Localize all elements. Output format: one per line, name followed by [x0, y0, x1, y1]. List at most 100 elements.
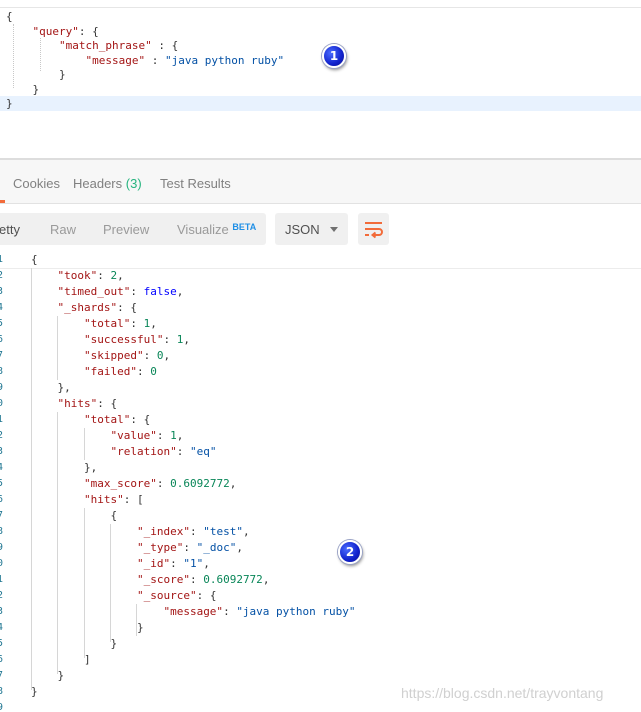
req-code-line: "message" : "java python ruby" [0, 53, 641, 68]
code-token: } [31, 685, 38, 698]
code-token: "skipped" [83, 349, 144, 362]
resp-code-line: } [0, 620, 641, 636]
code-token: : [176, 445, 190, 458]
active-tab-indicator [0, 200, 5, 203]
view-pretty-button[interactable]: etty [0, 222, 20, 237]
code-token: , [229, 477, 237, 490]
resp-code-line: "_type": "_doc", [0, 540, 641, 556]
resp-code-line: "_score": 0.6092772, [0, 572, 641, 588]
code-token: } [6, 97, 13, 110]
resp-code-line: "hits": { [0, 396, 641, 412]
code-token: : [163, 333, 177, 346]
code-token: , [203, 557, 210, 570]
req-code-line: } [0, 82, 641, 97]
code-token: : { [117, 301, 137, 314]
code-token: { [6, 10, 13, 23]
visualize-label: Visualize [177, 222, 229, 237]
code-token: "hits" [57, 397, 98, 410]
view-visualize-button[interactable]: Visualize BETA [177, 222, 256, 237]
code-token: "relation" [110, 445, 177, 458]
view-preview-button[interactable]: Preview [103, 222, 149, 237]
annotation-marker-1: 1 [322, 44, 346, 68]
code-token: : [130, 317, 144, 330]
code-token: "_id" [136, 557, 171, 570]
headers-count-badge: (3) [125, 176, 142, 191]
view-raw-button[interactable]: Raw [50, 222, 76, 237]
code-token: "java python ruby" [236, 605, 356, 618]
request-body-editor[interactable]: { "query": { "match_phrase" : { "message… [0, 0, 641, 158]
code-token: , [262, 573, 270, 586]
code-token: : { [151, 39, 179, 52]
code-token: : { [78, 24, 99, 38]
tab-headers[interactable]: Headers (3) [73, 176, 142, 191]
resp-code-line: } [0, 668, 641, 684]
code-token: "_shards" [57, 301, 118, 314]
tab-cookies[interactable]: Cookies [13, 176, 60, 191]
code-token: 0.6092772 [170, 477, 230, 490]
format-select-value: JSON [285, 222, 320, 237]
code-token: "failed" [83, 365, 137, 378]
code-token: "value" [110, 429, 157, 442]
code-token: "message" [163, 605, 224, 618]
code-token: } [110, 637, 118, 650]
code-token: }, [83, 461, 98, 474]
beta-badge: BETA [232, 222, 257, 232]
code-token: : [156, 477, 171, 490]
indent-guide [13, 24, 14, 88]
code-token: : [156, 429, 171, 442]
resp-code-line: "max_score": 0.6092772, [0, 476, 641, 492]
resp-code-line: { [0, 252, 641, 268]
req-code-line: } [0, 96, 641, 111]
code-token: : [ [123, 493, 144, 506]
code-token: , [117, 269, 124, 282]
code-token: : [223, 605, 237, 618]
code-token: "query" [32, 24, 79, 38]
code-token: 0 [150, 365, 157, 378]
code-token: , [242, 525, 250, 538]
response-toolbar: etty Raw Preview Visualize BETA JSON [0, 204, 641, 250]
code-token: "successful" [83, 333, 164, 346]
code-token: "match_phrase" [58, 39, 152, 52]
code-token: : [183, 541, 197, 554]
resp-code-line: "skipped": 0, [0, 348, 641, 364]
resp-code-line: }, [0, 380, 641, 396]
code-token: "1" [183, 557, 204, 570]
req-code-line: "match_phrase" : { [0, 38, 641, 53]
resp-code-line: "total": { [0, 412, 641, 428]
code-token: "_type" [136, 541, 184, 554]
format-select[interactable]: JSON [275, 213, 348, 245]
code-token: : { [130, 413, 151, 426]
code-token: "max_score" [83, 477, 157, 490]
code-token: : [136, 365, 151, 378]
resp-code-line: "message": "java python ruby" [0, 604, 641, 620]
req-code-line: { [0, 9, 641, 24]
code-token: "took" [57, 269, 98, 282]
code-token: "test" [203, 525, 243, 538]
code-token: : { [196, 589, 217, 602]
response-body-viewer[interactable]: 12345678901234567890123456789 { "took": … [0, 250, 641, 712]
code-token: "_doc" [196, 541, 237, 554]
wrap-lines-button[interactable] [358, 213, 389, 245]
resp-code-line: "total": 1, [0, 316, 641, 332]
req-code-line: "query": { [0, 24, 641, 39]
code-token: : [97, 269, 111, 282]
tab-test-results[interactable]: Test Results [160, 176, 231, 191]
code-token: ] [83, 653, 91, 666]
code-token: "total" [83, 317, 131, 330]
